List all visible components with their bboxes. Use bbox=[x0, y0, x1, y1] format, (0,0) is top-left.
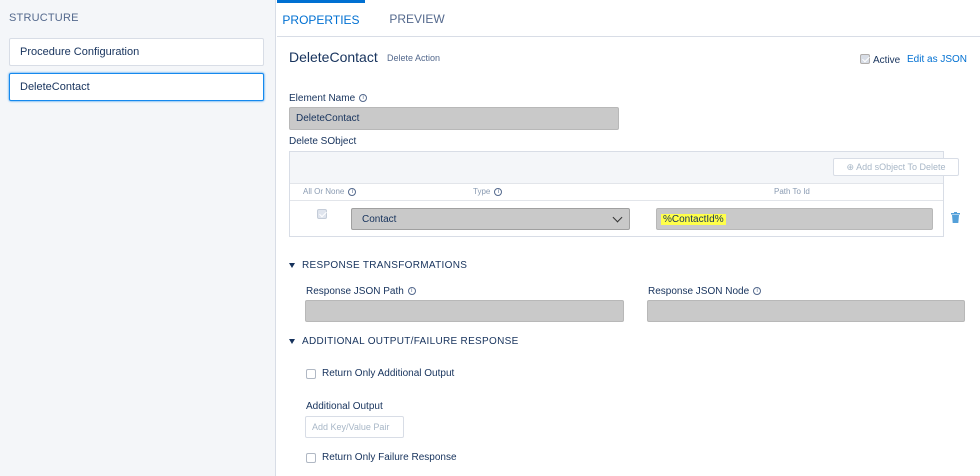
delete-sobject-label: Delete SObject bbox=[289, 136, 357, 147]
element-subtitle: Delete Action bbox=[387, 53, 441, 63]
response-transformations-section[interactable]: RESPONSE TRANSFORMATIONS bbox=[289, 260, 467, 271]
additional-output-label: Additional Output bbox=[306, 401, 383, 412]
all-or-none-checkbox[interactable] bbox=[317, 209, 327, 219]
tab-preview[interactable]: PREVIEW bbox=[385, 0, 449, 37]
return-only-additional-output-checkbox[interactable] bbox=[306, 369, 316, 379]
structure-item-deletecontact[interactable]: DeleteContact bbox=[9, 73, 264, 101]
triangle-down-icon bbox=[289, 338, 295, 344]
tab-properties[interactable]: PROPERTIES bbox=[277, 0, 365, 37]
return-only-failure-response-label: Return Only Failure Response bbox=[322, 452, 457, 463]
response-json-node-label: Response JSON Node bbox=[648, 286, 762, 297]
return-only-additional-output-label: Return Only Additional Output bbox=[322, 368, 455, 379]
info-icon bbox=[359, 94, 368, 103]
response-json-path-label: Response JSON Path bbox=[306, 286, 416, 297]
response-json-node-input[interactable] bbox=[647, 300, 965, 322]
structure-item-label: DeleteContact bbox=[20, 81, 90, 93]
additional-output-section[interactable]: ADDITIONAL OUTPUT/FAILURE RESPONSE bbox=[289, 336, 519, 347]
tab-bar: PROPERTIES PREVIEW bbox=[277, 0, 980, 37]
edit-as-json-link[interactable]: Edit as JSON bbox=[907, 54, 967, 65]
info-icon bbox=[407, 287, 416, 296]
type-select[interactable]: Contact bbox=[351, 208, 630, 230]
structure-panel: STRUCTURE Procedure Configuration Delete… bbox=[0, 0, 276, 476]
delete-sobject-table: ⊕ Add sObject To Delete All Or None Type… bbox=[289, 151, 959, 237]
add-sobject-button[interactable]: ⊕ Add sObject To Delete bbox=[833, 158, 959, 176]
info-icon bbox=[753, 287, 762, 296]
info-icon bbox=[494, 187, 503, 196]
triangle-down-icon bbox=[289, 262, 295, 268]
column-header-all-or-none: All Or None bbox=[303, 187, 357, 196]
add-key-value-pair-input[interactable]: Add Key/Value Pair bbox=[305, 416, 404, 438]
column-header-type: Type bbox=[473, 187, 503, 196]
element-name-input[interactable]: DeleteContact bbox=[289, 107, 619, 130]
active-checkbox[interactable] bbox=[860, 54, 870, 64]
return-only-failure-response-checkbox[interactable] bbox=[306, 453, 316, 463]
active-label: Active bbox=[873, 55, 901, 66]
info-icon bbox=[348, 187, 357, 196]
chevron-down-icon bbox=[612, 212, 623, 223]
sobject-toolbar: ⊕ Add sObject To Delete bbox=[290, 152, 959, 184]
trash-icon[interactable] bbox=[951, 212, 960, 223]
path-to-id-input[interactable]: %ContactId% bbox=[656, 208, 933, 230]
response-json-path-input[interactable] bbox=[305, 300, 624, 322]
sobject-table-header: All Or None Type Path To Id bbox=[290, 184, 943, 201]
structure-item-procedure-configuration[interactable]: Procedure Configuration bbox=[9, 38, 264, 66]
plus-circle-icon: ⊕ bbox=[846, 162, 857, 172]
element-title: DeleteContact bbox=[289, 49, 378, 65]
path-to-id-value: %ContactId% bbox=[661, 214, 726, 225]
column-header-path-to-id: Path To Id bbox=[774, 187, 810, 196]
element-name-label: Element Name bbox=[289, 93, 368, 104]
structure-item-label: Procedure Configuration bbox=[20, 46, 140, 58]
structure-header: STRUCTURE bbox=[9, 12, 79, 24]
